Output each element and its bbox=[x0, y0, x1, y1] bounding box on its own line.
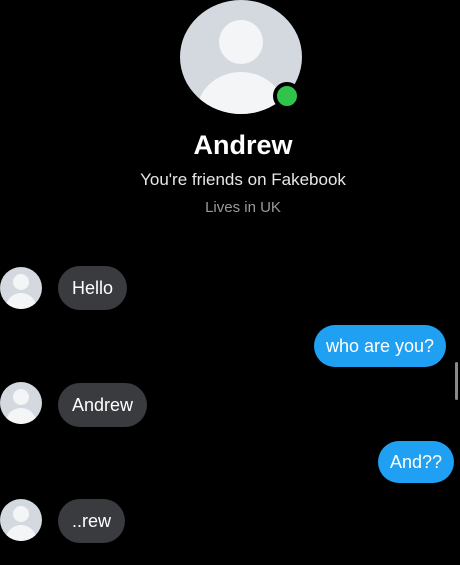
online-status-indicator bbox=[273, 82, 301, 110]
sender-avatar[interactable] bbox=[0, 267, 42, 309]
location-text: Lives in UK bbox=[205, 199, 281, 216]
message-bubble-outgoing[interactable]: who are you? bbox=[314, 325, 447, 367]
message-bubble-incoming[interactable]: Andrew bbox=[58, 383, 148, 427]
message-bubble-incoming[interactable]: Hello bbox=[58, 266, 128, 310]
message-bubble-outgoing[interactable]: And?? bbox=[378, 441, 455, 483]
contact-name[interactable]: Andrew bbox=[0, 130, 460, 161]
person-silhouette-icon bbox=[6, 274, 36, 309]
message-bubble-incoming[interactable]: ..rew bbox=[58, 499, 126, 543]
person-silhouette-icon bbox=[6, 389, 36, 424]
friends-status-text: You're friends on Fakebook bbox=[140, 170, 346, 189]
person-silhouette-icon bbox=[6, 506, 36, 541]
sender-avatar[interactable] bbox=[0, 382, 42, 424]
sender-avatar[interactable] bbox=[0, 499, 42, 541]
scrollbar[interactable] bbox=[455, 362, 458, 400]
